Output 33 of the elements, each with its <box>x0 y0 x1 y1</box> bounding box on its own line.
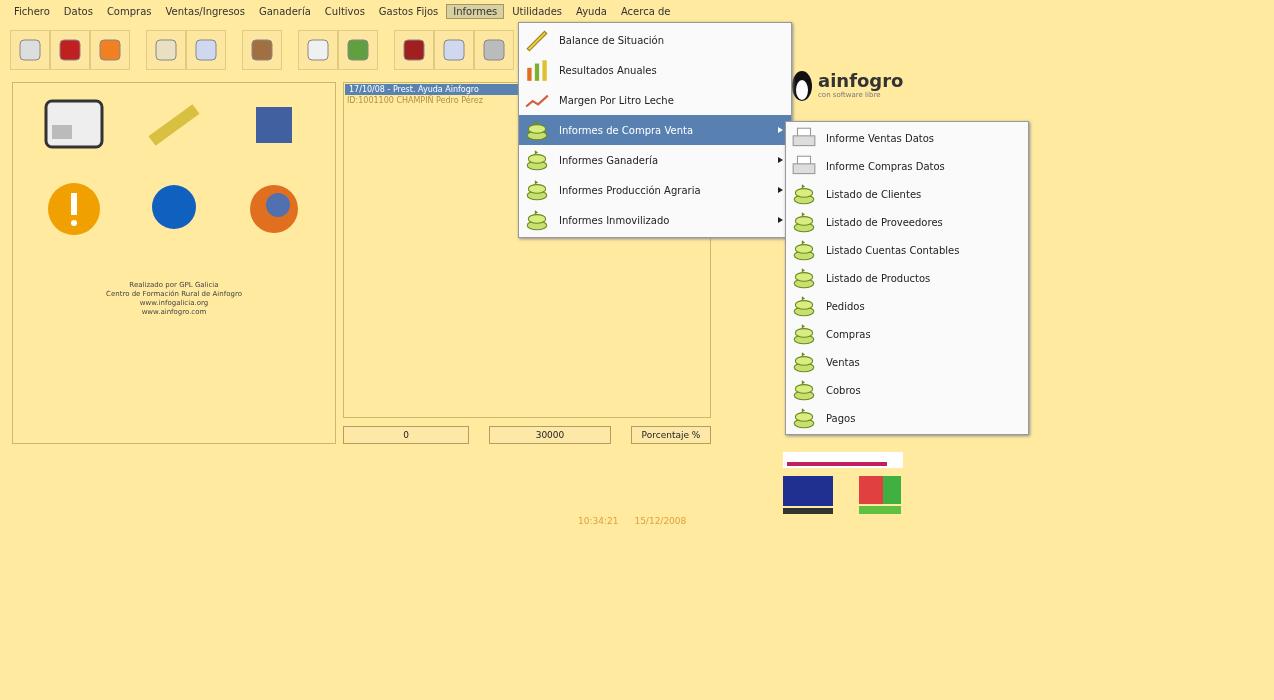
value-field[interactable]: 30000 <box>489 426 611 444</box>
toolbar-button[interactable] <box>50 30 90 70</box>
toolbar-button[interactable] <box>394 30 434 70</box>
menu-item[interactable]: Pagos <box>786 404 1028 432</box>
menu-item[interactable]: Ventas <box>786 348 1028 376</box>
menu-item[interactable]: Utilidades <box>506 4 569 18</box>
time-text: 10:34:21 <box>578 516 619 526</box>
value-field[interactable]: 0 <box>343 426 469 444</box>
menu-item[interactable]: Ganadería <box>252 4 317 18</box>
value-field[interactable]: Porcentaje % <box>631 426 711 444</box>
menu-item[interactable]: Informes <box>446 3 505 19</box>
toolbar-button[interactable] <box>90 30 130 70</box>
logo-text: ainfogro <box>818 69 904 91</box>
menu-item[interactable]: Gastos Fijos <box>372 4 445 18</box>
toolbar-button[interactable] <box>242 30 282 70</box>
date-text: 15/12/2008 <box>634 516 687 526</box>
menu-item[interactable]: Cobros <box>786 376 1028 404</box>
menu-item[interactable]: Informes de Compra Venta <box>519 115 791 145</box>
menu-item[interactable]: Datos <box>57 4 99 18</box>
menu-item[interactable]: Listado de Productos <box>786 264 1028 292</box>
menu-item[interactable]: Fichero <box>8 4 56 18</box>
menu-item[interactable]: Pedidos <box>786 292 1028 320</box>
menu-item[interactable]: Compras <box>786 320 1028 348</box>
menu-item[interactable]: Balance de Situación <box>519 25 791 55</box>
menu-item[interactable]: Acerca de <box>614 4 677 18</box>
pencil-icon <box>523 27 551 53</box>
menu-item[interactable]: Listado Cuentas Contables <box>786 236 1028 264</box>
menu-item[interactable]: Resultados Anuales <box>519 55 791 85</box>
menu-item[interactable]: Ayuda <box>570 4 613 18</box>
menu-item[interactable]: Ventas/Ingresos <box>159 4 251 18</box>
menu-item[interactable]: Compras <box>100 4 158 18</box>
menu-item[interactable]: Cultivos <box>318 4 371 18</box>
toolbar-button[interactable] <box>338 30 378 70</box>
